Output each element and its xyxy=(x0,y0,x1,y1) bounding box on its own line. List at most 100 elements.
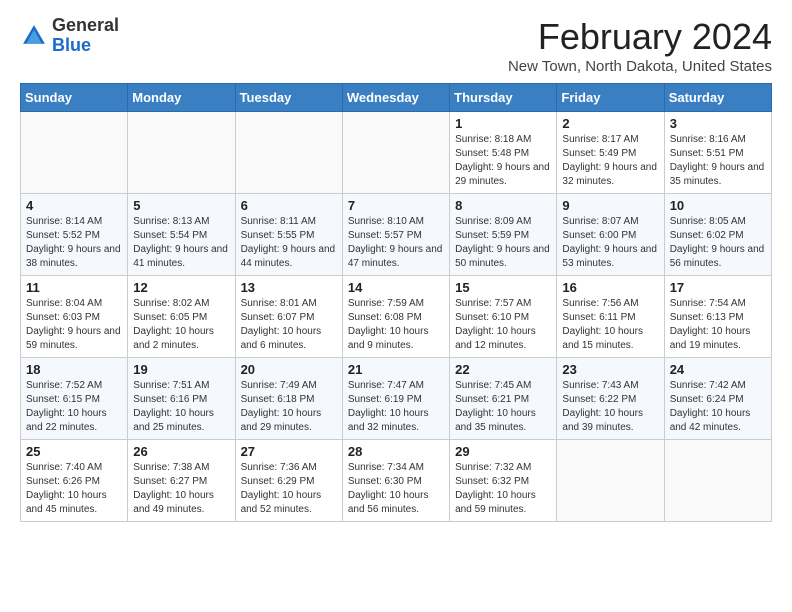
table-row xyxy=(557,440,664,522)
calendar-week-row: 1 Sunrise: 8:18 AMSunset: 5:48 PMDaylight… xyxy=(21,112,772,194)
day-number: 14 xyxy=(348,280,444,295)
day-number: 6 xyxy=(241,198,337,213)
day-info: Sunrise: 7:54 AMSunset: 6:13 PMDaylight:… xyxy=(670,297,766,353)
day-number: 13 xyxy=(241,280,337,295)
table-row xyxy=(21,112,128,194)
table-row: 12 Sunrise: 8:02 AMSunset: 6:05 PMDayligh… xyxy=(128,276,235,358)
table-row: 10 Sunrise: 8:05 AMSunset: 6:02 PMDayligh… xyxy=(664,194,771,276)
day-number: 5 xyxy=(133,198,229,213)
table-row: 19 Sunrise: 7:51 AMSunset: 6:16 PMDayligh… xyxy=(128,358,235,440)
month-title: February 2024 xyxy=(508,16,772,58)
table-row: 25Sunrise: 7:40 AMSunset: 6:26 PMDayligh… xyxy=(21,440,128,522)
day-info: Sunrise: 7:45 AMSunset: 6:21 PMDaylight:… xyxy=(455,379,551,435)
table-row: 5 Sunrise: 8:13 AMSunset: 5:54 PMDaylight… xyxy=(128,194,235,276)
day-number: 27 xyxy=(241,444,337,459)
table-row: 2 Sunrise: 8:17 AMSunset: 5:49 PMDaylight… xyxy=(557,112,664,194)
table-row: 1 Sunrise: 8:18 AMSunset: 5:48 PMDaylight… xyxy=(450,112,557,194)
day-number: 16 xyxy=(562,280,658,295)
day-number: 17 xyxy=(670,280,766,295)
day-info: Sunrise: 8:02 AMSunset: 6:05 PMDaylight:… xyxy=(133,297,229,353)
table-row: 3 Sunrise: 8:16 AMSunset: 5:51 PMDaylight… xyxy=(664,112,771,194)
day-number: 22 xyxy=(455,362,551,377)
table-row xyxy=(128,112,235,194)
day-number: 21 xyxy=(348,362,444,377)
col-monday: Monday xyxy=(128,84,235,112)
table-row: 14 Sunrise: 7:59 AMSunset: 6:08 PMDayligh… xyxy=(342,276,449,358)
logo-blue: Blue xyxy=(52,35,91,55)
table-row: 28 Sunrise: 7:34 AMSunset: 6:30 PMDayligh… xyxy=(342,440,449,522)
day-info: Sunrise: 7:56 AMSunset: 6:11 PMDaylight:… xyxy=(562,297,658,353)
day-number: 24 xyxy=(670,362,766,377)
day-number: 1 xyxy=(455,116,551,131)
col-saturday: Saturday xyxy=(664,84,771,112)
table-row xyxy=(664,440,771,522)
day-number: 11 xyxy=(26,280,122,295)
day-number: 28 xyxy=(348,444,444,459)
day-info: Sunrise: 8:17 AMSunset: 5:49 PMDaylight:… xyxy=(562,133,658,189)
table-row xyxy=(342,112,449,194)
table-row: 20 Sunrise: 7:49 AMSunset: 6:18 PMDayligh… xyxy=(235,358,342,440)
day-info: Sunrise: 7:36 AMSunset: 6:29 PMDaylight:… xyxy=(241,461,337,517)
day-number: 18 xyxy=(26,362,122,377)
table-row xyxy=(235,112,342,194)
logo-icon xyxy=(20,22,48,50)
day-info: Sunrise: 7:59 AMSunset: 6:08 PMDaylight:… xyxy=(348,297,444,353)
calendar: Sunday Monday Tuesday Wednesday Thursday… xyxy=(20,83,772,522)
table-row: 9Sunrise: 8:07 AMSunset: 6:00 PMDaylight… xyxy=(557,194,664,276)
day-info: Sunrise: 8:13 AMSunset: 5:54 PMDaylight:… xyxy=(133,215,229,271)
table-row: 24 Sunrise: 7:42 AMSunset: 6:24 PMDayligh… xyxy=(664,358,771,440)
col-friday: Friday xyxy=(557,84,664,112)
table-row: 4Sunrise: 8:14 AMSunset: 5:52 PMDaylight… xyxy=(21,194,128,276)
day-number: 3 xyxy=(670,116,766,131)
title-block: February 2024 New Town, North Dakota, Un… xyxy=(508,16,772,75)
day-number: 2 xyxy=(562,116,658,131)
day-number: 4 xyxy=(26,198,122,213)
logo: General Blue xyxy=(20,16,119,56)
day-info: Sunrise: 8:11 AMSunset: 5:55 PMDaylight:… xyxy=(241,215,337,271)
day-info: Sunrise: 7:38 AMSunset: 6:27 PMDaylight:… xyxy=(133,461,229,517)
logo-text: General Blue xyxy=(52,16,119,56)
table-row: 7Sunrise: 8:10 AMSunset: 5:57 PMDaylight… xyxy=(342,194,449,276)
day-number: 26 xyxy=(133,444,229,459)
table-row: 15 Sunrise: 7:57 AMSunset: 6:10 PMDayligh… xyxy=(450,276,557,358)
location-title: New Town, North Dakota, United States xyxy=(508,58,772,75)
header: General Blue February 2024 New Town, Nor… xyxy=(20,16,772,75)
day-info: Sunrise: 7:51 AMSunset: 6:16 PMDaylight:… xyxy=(133,379,229,435)
table-row: 23Sunrise: 7:43 AMSunset: 6:22 PMDayligh… xyxy=(557,358,664,440)
table-row: 16 Sunrise: 7:56 AMSunset: 6:11 PMDayligh… xyxy=(557,276,664,358)
day-number: 19 xyxy=(133,362,229,377)
table-row: 13 Sunrise: 8:01 AMSunset: 6:07 PMDayligh… xyxy=(235,276,342,358)
day-number: 23 xyxy=(562,362,658,377)
day-number: 9 xyxy=(562,198,658,213)
logo-general: General xyxy=(52,15,119,35)
day-info: Sunrise: 8:01 AMSunset: 6:07 PMDaylight:… xyxy=(241,297,337,353)
day-info: Sunrise: 7:32 AMSunset: 6:32 PMDaylight:… xyxy=(455,461,551,517)
day-number: 8 xyxy=(455,198,551,213)
table-row: 17 Sunrise: 7:54 AMSunset: 6:13 PMDayligh… xyxy=(664,276,771,358)
day-number: 12 xyxy=(133,280,229,295)
day-number: 7 xyxy=(348,198,444,213)
table-row: 27 Sunrise: 7:36 AMSunset: 6:29 PMDayligh… xyxy=(235,440,342,522)
day-info: Sunrise: 7:42 AMSunset: 6:24 PMDaylight:… xyxy=(670,379,766,435)
day-info: Sunrise: 8:09 AMSunset: 5:59 PMDaylight:… xyxy=(455,215,551,271)
day-info: Sunrise: 8:18 AMSunset: 5:48 PMDaylight:… xyxy=(455,133,551,189)
day-number: 20 xyxy=(241,362,337,377)
day-info: Sunrise: 8:16 AMSunset: 5:51 PMDaylight:… xyxy=(670,133,766,189)
day-info: Sunrise: 7:49 AMSunset: 6:18 PMDaylight:… xyxy=(241,379,337,435)
calendar-week-row: 25Sunrise: 7:40 AMSunset: 6:26 PMDayligh… xyxy=(21,440,772,522)
day-info: Sunrise: 7:57 AMSunset: 6:10 PMDaylight:… xyxy=(455,297,551,353)
calendar-week-row: 11Sunrise: 8:04 AMSunset: 6:03 PMDayligh… xyxy=(21,276,772,358)
table-row: 6 Sunrise: 8:11 AMSunset: 5:55 PMDaylight… xyxy=(235,194,342,276)
day-info: Sunrise: 7:40 AMSunset: 6:26 PMDaylight:… xyxy=(26,461,122,517)
day-info: Sunrise: 7:34 AMSunset: 6:30 PMDaylight:… xyxy=(348,461,444,517)
day-info: Sunrise: 7:52 AMSunset: 6:15 PMDaylight:… xyxy=(26,379,122,435)
table-row: 11Sunrise: 8:04 AMSunset: 6:03 PMDayligh… xyxy=(21,276,128,358)
col-sunday: Sunday xyxy=(21,84,128,112)
day-number: 29 xyxy=(455,444,551,459)
day-info: Sunrise: 8:05 AMSunset: 6:02 PMDaylight:… xyxy=(670,215,766,271)
day-info: Sunrise: 7:47 AMSunset: 6:19 PMDaylight:… xyxy=(348,379,444,435)
day-number: 15 xyxy=(455,280,551,295)
table-row: 21 Sunrise: 7:47 AMSunset: 6:19 PMDayligh… xyxy=(342,358,449,440)
table-row: 22 Sunrise: 7:45 AMSunset: 6:21 PMDayligh… xyxy=(450,358,557,440)
day-number: 10 xyxy=(670,198,766,213)
